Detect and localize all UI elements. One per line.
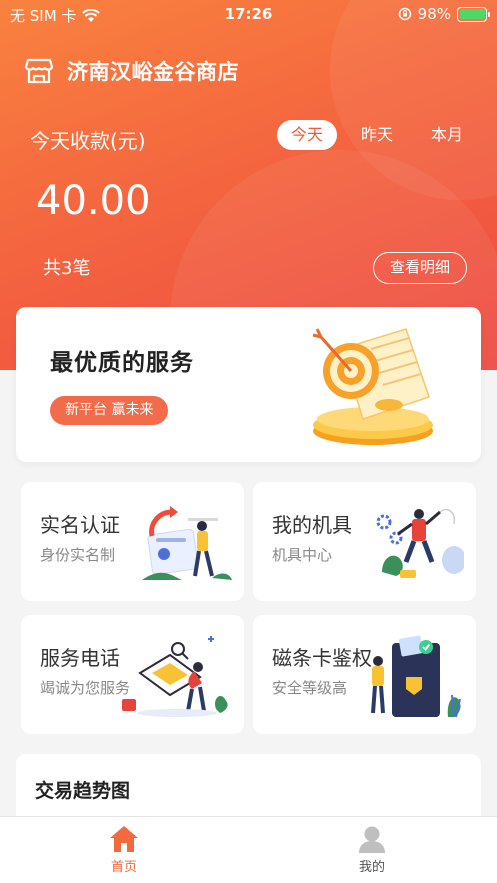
transaction-count: 共3笔	[43, 258, 91, 279]
status-bar: 无 SIM 卡 17:26 98%	[0, 0, 497, 30]
store-icon	[25, 58, 53, 84]
card-title: 服务电话	[40, 646, 120, 670]
target-illustration	[312, 328, 433, 445]
tab-home[interactable]: 首页	[64, 825, 184, 875]
tab-home-label: 首页	[110, 860, 137, 875]
banner-title: 最优质的服务	[50, 350, 194, 376]
tab-mine[interactable]: 我的	[312, 825, 432, 875]
orientation-lock-icon	[398, 7, 411, 21]
card-title: 我的机具	[272, 513, 352, 537]
revenue-label: 今天收款(元)	[30, 129, 146, 153]
card-title: 磁条卡鉴权	[272, 646, 372, 670]
customer-service-illustration	[122, 636, 228, 717]
security-illustration	[371, 635, 461, 718]
card-subtitle: 竭诚为您服务	[40, 679, 131, 697]
period-tab-month[interactable]: 本月	[417, 120, 477, 150]
identity-verification-illustration	[142, 506, 232, 580]
period-switcher: 今天 昨天 本月	[277, 120, 477, 150]
battery-percent: 98%	[417, 5, 451, 23]
period-tab-yesterday[interactable]: 昨天	[347, 120, 407, 150]
card-subtitle: 身份实名制	[40, 546, 116, 564]
tab-mine-label: 我的	[358, 860, 385, 875]
service-card-hotline[interactable]: 服务电话 竭诚为您服务	[21, 615, 244, 734]
service-card-identity[interactable]: 实名认证 身份实名制	[21, 482, 244, 601]
card-subtitle: 机具中心	[272, 546, 333, 564]
revenue-amount: 40.00	[36, 178, 151, 224]
battery-icon	[457, 6, 490, 22]
device-management-illustration	[376, 508, 464, 578]
user-icon	[359, 826, 385, 853]
bottom-tab-bar: 首页 我的	[0, 816, 497, 883]
view-details-button[interactable]: 查看明细	[373, 252, 467, 284]
trend-title: 交易趋势图	[35, 780, 131, 802]
home-icon	[110, 826, 138, 852]
card-subtitle: 安全等级高	[272, 679, 348, 697]
service-card-devices[interactable]: 我的机具 机具中心	[253, 482, 476, 601]
period-tab-today[interactable]: 今天	[277, 120, 338, 150]
service-card-magstripe-auth[interactable]: 磁条卡鉴权 安全等级高	[253, 615, 476, 734]
banner-tag: 新平台 赢未来	[50, 396, 169, 425]
store-header: 济南汉峪金谷商店	[25, 56, 239, 86]
service-banner[interactable]: 最优质的服务 新平台 赢未来	[16, 307, 481, 462]
card-title: 实名认证	[40, 513, 120, 537]
store-name: 济南汉峪金谷商店	[67, 60, 239, 84]
